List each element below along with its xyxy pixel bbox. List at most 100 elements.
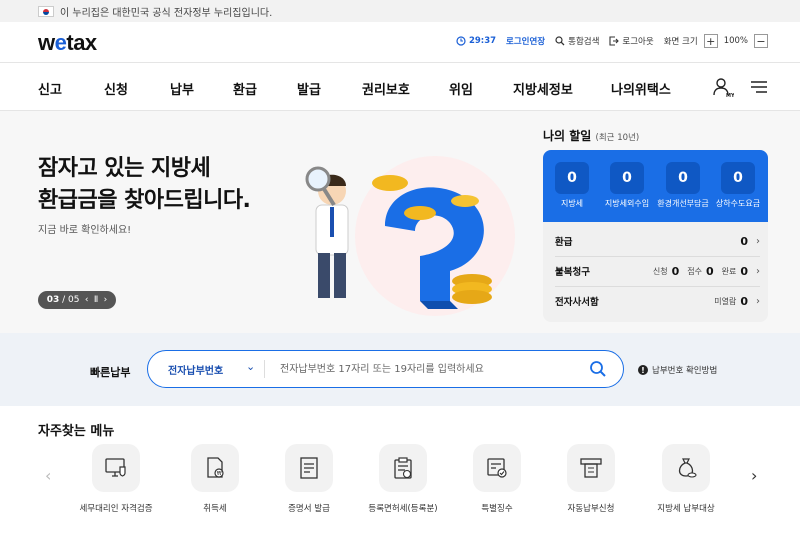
header-utilities: 29:37 로그인연장 통합검색 로그아웃 화면 크기 + 100% − <box>456 34 768 48</box>
favorite-item[interactable]: 등록면허세(등록분) <box>353 444 453 514</box>
screen-size-label: 화면 크기 <box>663 37 698 47</box>
favorite-item[interactable]: 특별징수 <box>447 444 547 514</box>
refund-row[interactable]: 환급 0 › <box>555 226 760 256</box>
favorite-label: 등록면허세(등록분) <box>368 504 438 514</box>
logout-label: 로그아웃 <box>622 37 654 47</box>
unread-label: 미열람 <box>714 296 737 306</box>
favorite-label: 취득세 <box>203 504 227 514</box>
chevron-down-icon[interactable]: ⌄ <box>246 360 255 373</box>
search-icon[interactable] <box>589 360 607 378</box>
nav-item-report[interactable]: 신고 <box>38 79 62 98</box>
gov-notice-text: 이 누리집은 대한민국 공식 전자정부 누리집입니다. <box>60 7 273 19</box>
accept-value: 0 <box>705 264 714 278</box>
nav-item-apply[interactable]: 신청 <box>104 79 128 98</box>
logout-link[interactable]: 로그아웃 <box>609 35 654 47</box>
divider <box>264 360 265 378</box>
appeal-row[interactable]: 불복청구 신청 0 접수 0 완료 0 › <box>555 256 760 286</box>
zoom-out-button[interactable]: − <box>754 34 768 48</box>
favorite-label: 세무대리인 자격검증 <box>79 504 153 514</box>
pager-prev-button[interactable]: ‹ <box>85 295 89 305</box>
session-timer: 29:37 <box>456 36 496 46</box>
hero-subtitle: 지금 바로 확인하세요! <box>38 225 132 236</box>
favorite-item[interactable]: ₩ 취득세 <box>165 444 265 514</box>
row-values: 0 › <box>740 235 760 248</box>
zoom-control: 화면 크기 + 100% − <box>664 34 768 48</box>
pager-total: / 05 <box>62 295 80 305</box>
favorite-item[interactable]: 세무대리인 자격검증 <box>66 444 166 514</box>
my-todo-counters: 0 지방세 0 지방세외수입 0 환경개선부담금 0 상하수도요금 <box>543 150 768 222</box>
my-user-icon[interactable]: MY <box>712 76 734 98</box>
logo-part: w <box>38 30 55 55</box>
calculator-check-icon <box>473 444 521 492</box>
timer-value: 29:37 <box>468 36 497 46</box>
favorite-label: 자동납부신청 <box>567 504 615 514</box>
main-nav: 신고 신청 납부 환급 발급 권리보호 위임 지방세정보 나의위택스 MY <box>0 62 800 111</box>
logo-part: tax <box>66 30 97 55</box>
chevron-right-icon: › <box>756 265 760 277</box>
korea-flag-icon <box>38 5 54 17</box>
done-label: 완료 <box>721 266 737 276</box>
my-todo-list: 환급 0 › 불복청구 신청 0 접수 0 완료 0 › 전자사서함 미열람 0 › <box>543 222 768 322</box>
extend-login-button[interactable]: 로그인연장 <box>506 35 545 47</box>
apply-value: 0 <box>671 264 680 278</box>
apply-label: 신청 <box>652 266 668 276</box>
document-won-icon: ₩ <box>191 444 239 492</box>
hero-title-line: 잠자고 있는 지방세 <box>38 156 211 181</box>
row-label: 환급 <box>555 237 573 248</box>
integrated-search-link[interactable]: 통합검색 <box>555 35 599 47</box>
search-label: 통합검색 <box>568 37 600 47</box>
wetax-logo[interactable]: wetax <box>38 30 97 56</box>
search-icon <box>555 36 565 46</box>
quick-pay-label: 빠른납부 <box>90 366 131 379</box>
favorite-item[interactable]: 자동납부신청 <box>541 444 641 514</box>
nav-item-rights[interactable]: 권리보호 <box>362 79 410 98</box>
pay-number-type-select[interactable]: 전자납부번호 <box>168 362 223 377</box>
favorite-item[interactable]: 증명서 발급 <box>259 444 359 514</box>
favorite-label: 지방세 납부대상 <box>657 504 715 514</box>
money-bag-icon <box>662 444 710 492</box>
zoom-value: 100% <box>723 36 748 46</box>
certificate-icon <box>285 444 333 492</box>
svg-text:₩: ₩ <box>217 471 222 477</box>
zoom-in-button[interactable]: + <box>703 34 718 48</box>
pay-number-input[interactable] <box>280 359 580 379</box>
pager-pause-button[interactable]: Ⅱ <box>94 295 98 305</box>
hero-title-line: 환급금을 찾아드립니다. <box>38 188 251 213</box>
nav-item-pay[interactable]: 납부 <box>170 79 194 98</box>
help-label: 납부번호 확인방법 <box>652 366 718 376</box>
my-badge-text: MY <box>726 93 734 98</box>
refund-value: 0 <box>740 234 748 248</box>
mailbox-row[interactable]: 전자사서함 미열람 0 › <box>555 286 760 316</box>
pager-count: 03 / 05 <box>47 295 80 305</box>
nav-item-my-wetax[interactable]: 나의위택스 <box>611 79 671 98</box>
counter-label: 지방세 <box>560 199 584 208</box>
pager-next-button[interactable]: › <box>104 295 108 305</box>
nav-item-tax-info[interactable]: 지방세정보 <box>513 79 573 98</box>
counter-env-charge[interactable]: 0 <box>666 162 700 194</box>
logout-icon <box>609 36 620 46</box>
row-label: 전자사서함 <box>555 297 599 308</box>
row-label: 불복청구 <box>555 267 590 278</box>
nav-item-refund[interactable]: 환급 <box>233 79 257 98</box>
counter-label: 지방세외수입 <box>604 199 650 208</box>
done-value: 0 <box>740 264 748 278</box>
clipboard-won-icon <box>379 444 427 492</box>
counter-water-fee[interactable]: 0 <box>721 162 755 194</box>
pay-number-help-link[interactable]: ! 납부번호 확인방법 <box>638 364 717 376</box>
clock-icon <box>456 36 466 46</box>
banner-pager: 03 / 05 ‹ Ⅱ › <box>38 291 116 309</box>
gov-notice-bar: 이 누리집은 대한민국 공식 전자정부 누리집입니다. <box>0 0 800 22</box>
favorite-label: 증명서 발급 <box>288 504 330 514</box>
favorite-item[interactable]: 지방세 납부대상 <box>636 444 736 514</box>
nav-item-delegate[interactable]: 위임 <box>449 79 473 98</box>
quick-pay-bar: 전자납부번호 ⌄ <box>147 350 624 388</box>
counter-local-tax[interactable]: 0 <box>555 162 589 194</box>
row-values: 신청 0 접수 0 완료 0 › <box>653 265 760 278</box>
favorites-prev-button[interactable]: ‹ <box>45 466 51 485</box>
header: wetax 29:37 로그인연장 통합검색 로그아웃 화면 크기 + 100%… <box>0 22 800 62</box>
nav-item-issue[interactable]: 발급 <box>297 79 321 98</box>
my-todo-title-text: 나의 할일 <box>543 129 592 143</box>
counter-non-tax[interactable]: 0 <box>610 162 644 194</box>
menu-icon[interactable] <box>750 79 768 95</box>
favorites-next-button[interactable]: › <box>751 466 757 485</box>
